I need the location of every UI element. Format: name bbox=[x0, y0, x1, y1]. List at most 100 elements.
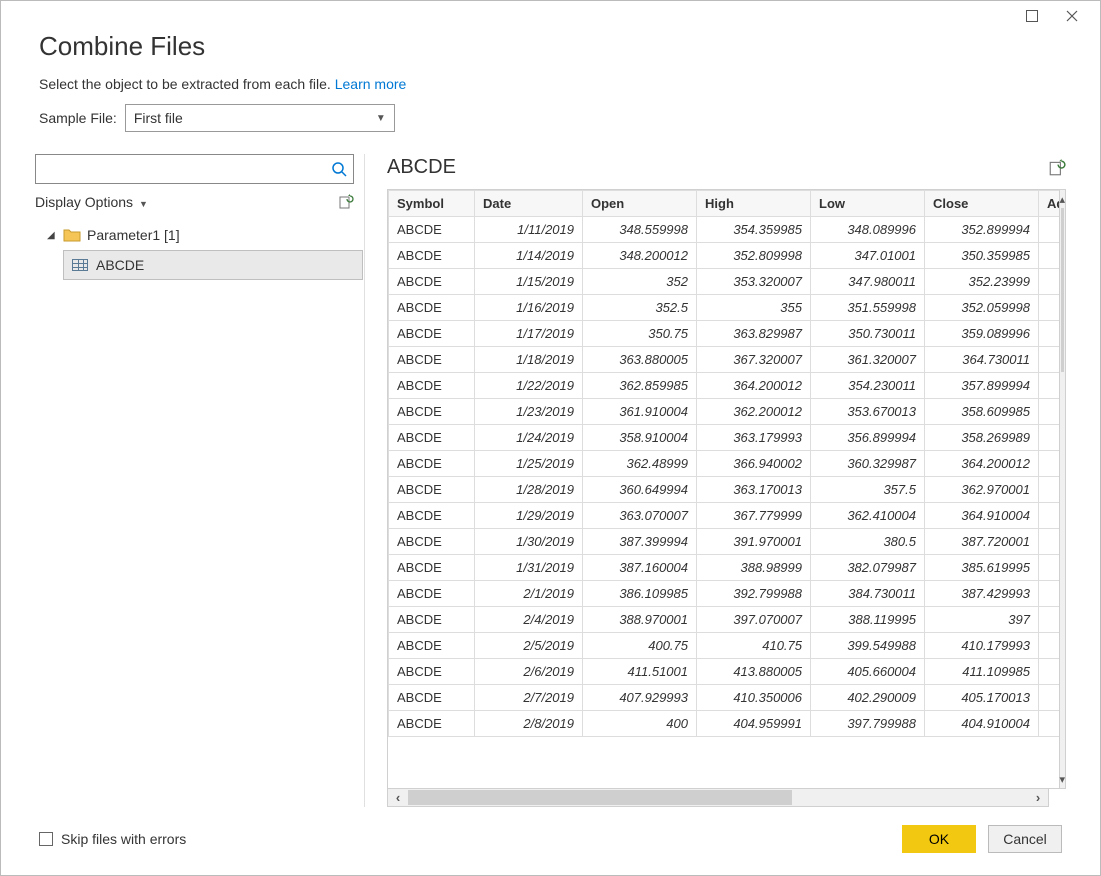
table-cell: ABCDE bbox=[389, 243, 475, 269]
table-row[interactable]: ABCDE1/24/2019358.910004363.179993356.89… bbox=[389, 425, 1060, 451]
table-cell: 392.799988 bbox=[697, 581, 811, 607]
table-cell bbox=[1039, 269, 1060, 295]
table-cell: 357.899994 bbox=[925, 373, 1039, 399]
table-row[interactable]: ABCDE1/15/2019352353.320007347.980011352… bbox=[389, 269, 1060, 295]
table-row[interactable]: ABCDE1/30/2019387.399994391.970001380.53… bbox=[389, 529, 1060, 555]
scroll-track[interactable] bbox=[408, 789, 1028, 806]
table-row[interactable]: ABCDE1/11/2019348.559998354.359985348.08… bbox=[389, 217, 1060, 243]
table-row[interactable]: ABCDE1/18/2019363.880005367.320007361.32… bbox=[389, 347, 1060, 373]
table-cell: 355 bbox=[697, 295, 811, 321]
table-cell: 362.48999 bbox=[583, 451, 697, 477]
learn-more-link[interactable]: Learn more bbox=[335, 76, 407, 92]
preview-header: ABCDE bbox=[387, 156, 1066, 179]
window-close-button[interactable] bbox=[1052, 3, 1092, 29]
table-row[interactable]: ABCDE1/25/2019362.48999366.940002360.329… bbox=[389, 451, 1060, 477]
navigator-tree: ◢ Parameter1 [1] ABCDE bbox=[35, 224, 354, 280]
column-header[interactable]: Date bbox=[475, 191, 583, 217]
table-cell: 356.899994 bbox=[811, 425, 925, 451]
table-cell: 391.970001 bbox=[697, 529, 811, 555]
tree-item-abcde[interactable]: ABCDE bbox=[63, 250, 363, 280]
table-cell: 411.109985 bbox=[925, 659, 1039, 685]
scroll-down-icon[interactable]: ▾ bbox=[1060, 770, 1066, 788]
table-cell: 1/15/2019 bbox=[475, 269, 583, 295]
table-cell: ABCDE bbox=[389, 503, 475, 529]
dialog-footer: Skip files with errors OK Cancel bbox=[1, 807, 1100, 875]
cancel-button[interactable]: Cancel bbox=[988, 825, 1062, 853]
table-cell: 363.070007 bbox=[583, 503, 697, 529]
table-cell bbox=[1039, 217, 1060, 243]
ok-button[interactable]: OK bbox=[902, 825, 976, 853]
table-cell: 351.559998 bbox=[811, 295, 925, 321]
column-header[interactable]: Ad bbox=[1039, 191, 1060, 217]
table-cell: 361.910004 bbox=[583, 399, 697, 425]
scroll-right-icon[interactable]: › bbox=[1028, 789, 1048, 806]
scroll-left-icon[interactable]: ‹ bbox=[388, 789, 408, 806]
chevron-down-icon: ▼ bbox=[139, 199, 148, 209]
table-row[interactable]: ABCDE2/6/2019411.51001413.880005405.6600… bbox=[389, 659, 1060, 685]
table-row[interactable]: ABCDE2/8/2019400404.959991397.799988404.… bbox=[389, 711, 1060, 737]
table-cell: ABCDE bbox=[389, 607, 475, 633]
table-cell: 1/18/2019 bbox=[475, 347, 583, 373]
table-row[interactable]: ABCDE1/17/2019350.75363.829987350.730011… bbox=[389, 321, 1060, 347]
table-cell: 388.970001 bbox=[583, 607, 697, 633]
table-row[interactable]: ABCDE1/16/2019352.5355351.559998352.0599… bbox=[389, 295, 1060, 321]
skip-errors-checkbox[interactable] bbox=[39, 832, 53, 846]
table-row[interactable]: ABCDE1/14/2019348.200012352.809998347.01… bbox=[389, 243, 1060, 269]
table-cell: 1/23/2019 bbox=[475, 399, 583, 425]
table-cell: 361.320007 bbox=[811, 347, 925, 373]
column-header[interactable]: Open bbox=[583, 191, 697, 217]
window-restore-button[interactable] bbox=[1012, 3, 1052, 29]
table-row[interactable]: ABCDE1/22/2019362.859985364.200012354.23… bbox=[389, 373, 1060, 399]
table-cell: 364.200012 bbox=[925, 451, 1039, 477]
table-cell: 357.5 bbox=[811, 477, 925, 503]
table-cell: 2/7/2019 bbox=[475, 685, 583, 711]
table-cell: 397 bbox=[925, 607, 1039, 633]
search-box[interactable] bbox=[35, 154, 354, 184]
tree-root[interactable]: ◢ Parameter1 [1] bbox=[35, 224, 354, 246]
table-row[interactable]: ABCDE1/31/2019387.160004388.98999382.079… bbox=[389, 555, 1060, 581]
table-cell: 397.070007 bbox=[697, 607, 811, 633]
scroll-up-icon[interactable]: ▴ bbox=[1060, 190, 1066, 208]
refresh-preview-button[interactable] bbox=[1048, 159, 1066, 177]
column-header[interactable]: Close bbox=[925, 191, 1039, 217]
table-row[interactable]: ABCDE2/7/2019407.929993410.350006402.290… bbox=[389, 685, 1060, 711]
table-cell bbox=[1039, 347, 1060, 373]
table-row[interactable]: ABCDE2/5/2019400.75410.75399.549988410.1… bbox=[389, 633, 1060, 659]
table-cell: 1/30/2019 bbox=[475, 529, 583, 555]
table-cell: 354.230011 bbox=[811, 373, 925, 399]
search-icon bbox=[331, 161, 347, 177]
vertical-scrollbar[interactable]: ▴ ▾ bbox=[1060, 189, 1067, 789]
table-cell bbox=[1039, 607, 1060, 633]
display-options-button[interactable]: Display Options ▼ bbox=[35, 194, 148, 210]
horizontal-scrollbar[interactable]: ‹ › bbox=[387, 789, 1049, 807]
table-row[interactable]: ABCDE2/1/2019386.109985392.799988384.730… bbox=[389, 581, 1060, 607]
table-row[interactable]: ABCDE1/23/2019361.910004362.200012353.67… bbox=[389, 399, 1060, 425]
search-input[interactable] bbox=[42, 160, 331, 178]
data-table: SymbolDateOpenHighLowCloseAd ABCDE1/11/2… bbox=[388, 190, 1060, 737]
table-cell bbox=[1039, 321, 1060, 347]
preview-pane: ABCDE SymbolDateOpenHighLowCloseAd ABCDE… bbox=[387, 154, 1066, 807]
scroll-thumb-horizontal[interactable] bbox=[408, 790, 792, 805]
table-cell: ABCDE bbox=[389, 477, 475, 503]
column-header[interactable]: Low bbox=[811, 191, 925, 217]
table-cell: 364.200012 bbox=[697, 373, 811, 399]
folder-icon bbox=[63, 228, 81, 242]
refresh-nav-button[interactable] bbox=[338, 194, 354, 210]
table-cell: 362.859985 bbox=[583, 373, 697, 399]
table-row[interactable]: ABCDE2/4/2019388.970001397.070007388.119… bbox=[389, 607, 1060, 633]
restore-icon bbox=[1026, 10, 1038, 22]
table-row[interactable]: ABCDE1/28/2019360.649994363.170013357.53… bbox=[389, 477, 1060, 503]
data-grid[interactable]: SymbolDateOpenHighLowCloseAd ABCDE1/11/2… bbox=[387, 189, 1060, 789]
sample-file-select[interactable]: First file ▼ bbox=[125, 104, 395, 132]
table-cell bbox=[1039, 503, 1060, 529]
grid-wrap: SymbolDateOpenHighLowCloseAd ABCDE1/11/2… bbox=[387, 189, 1066, 789]
table-cell: 367.320007 bbox=[697, 347, 811, 373]
column-header[interactable]: High bbox=[697, 191, 811, 217]
display-options-row: Display Options ▼ bbox=[35, 194, 354, 210]
table-cell: 350.359985 bbox=[925, 243, 1039, 269]
table-cell: 364.910004 bbox=[925, 503, 1039, 529]
table-cell: 362.410004 bbox=[811, 503, 925, 529]
column-header[interactable]: Symbol bbox=[389, 191, 475, 217]
scroll-thumb-vertical[interactable] bbox=[1061, 208, 1065, 372]
table-row[interactable]: ABCDE1/29/2019363.070007367.779999362.41… bbox=[389, 503, 1060, 529]
